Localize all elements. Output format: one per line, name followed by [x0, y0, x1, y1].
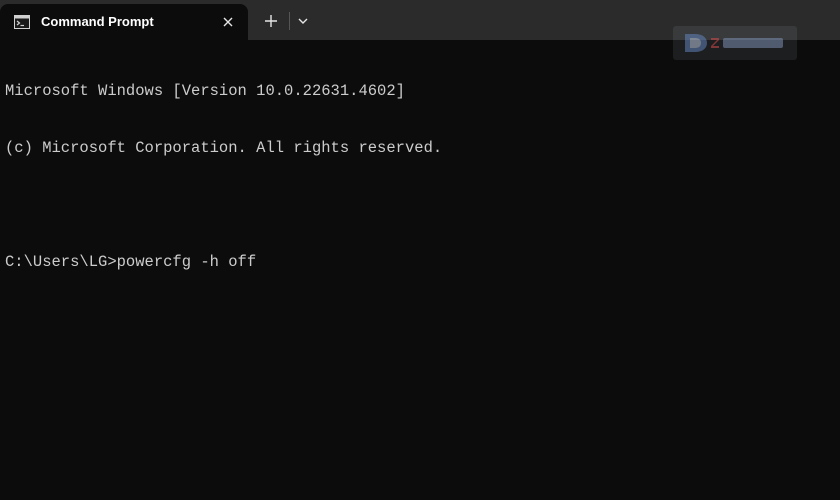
console-line: Microsoft Windows [Version 10.0.22631.46… [5, 82, 405, 100]
chevron-down-icon[interactable] [296, 14, 310, 28]
tab-command-prompt[interactable]: Command Prompt [0, 4, 248, 40]
close-icon[interactable] [220, 14, 236, 30]
terminal-window: Command Prompt Microsoft Windows [Versio… [0, 0, 840, 500]
plus-icon[interactable] [262, 12, 280, 30]
command-prompt-line[interactable]: C:\Users\LG>powercfg -h off [5, 253, 835, 272]
console-output[interactable]: Microsoft Windows [Version 10.0.22631.46… [5, 44, 835, 310]
tab-title: Command Prompt [41, 14, 154, 29]
console-line: (c) Microsoft Corporation. All rights re… [5, 139, 443, 157]
tab-bar-divider [289, 12, 290, 30]
console-icon [14, 15, 30, 29]
